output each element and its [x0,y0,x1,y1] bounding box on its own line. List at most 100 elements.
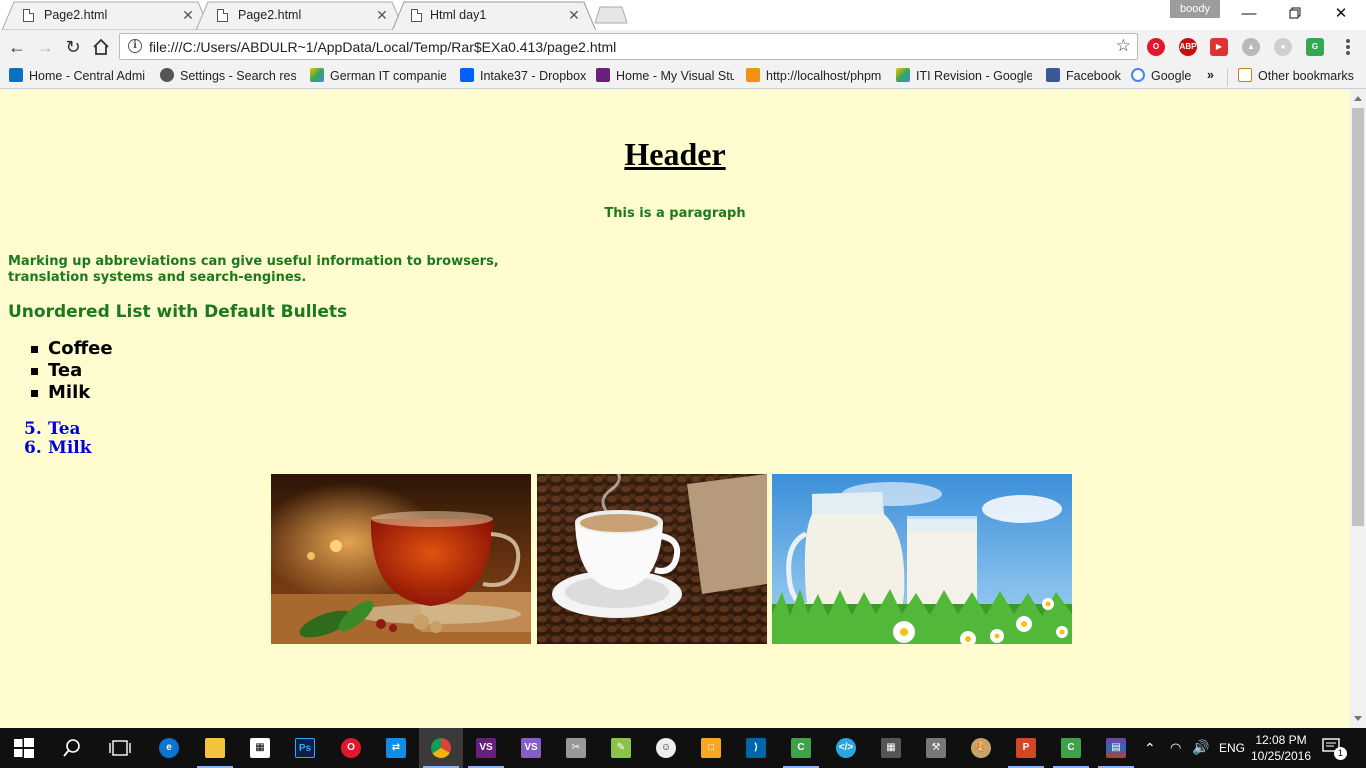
notepad-plus-taskbar-button[interactable]: ✎ [599,728,643,768]
task-view-button[interactable] [98,728,142,768]
close-tab-icon[interactable]: ✕ [180,7,196,24]
bookmark-settings[interactable]: Settings - Search resu [160,68,296,86]
adblock-extension-icon[interactable]: ABP [1179,38,1197,56]
store-taskbar-button[interactable]: ▦ [238,728,282,768]
minimize-button[interactable]: — [1226,2,1272,26]
opera-icon: O [341,738,361,758]
bookmark-star-icon[interactable]: ☆ [1116,36,1131,56]
bookmark-german-it[interactable]: German IT companies [310,68,446,86]
language-indicator[interactable]: ENG [1219,741,1245,768]
phpmyadmin-icon [746,68,760,82]
teamviewer-taskbar-button[interactable]: ⇄ [374,728,418,768]
bookmark-label: Google [1151,69,1192,83]
start-button[interactable] [2,728,46,768]
tray-chevron-icon[interactable]: ⌃ [1144,740,1156,768]
code-editor-taskbar-button[interactable]: </> [824,728,868,768]
close-tab-icon[interactable]: ✕ [566,7,582,24]
visual-studio-icon [596,68,610,82]
calculator-taskbar-button[interactable]: ▦ [869,728,913,768]
ordered-item-tea: 5. Tea [24,420,92,439]
back-button[interactable]: ← [5,36,29,58]
scrollbar-thumb[interactable] [1352,108,1364,526]
home-icon [93,38,109,55]
bookmarks-overflow-button[interactable]: » [1207,68,1221,86]
bookmark-central-admin[interactable]: Home - Central Admi [9,68,147,86]
other-bookmarks-folder[interactable]: Other bookmarks [1238,68,1364,86]
opera-extension-icon[interactable]: O [1147,38,1165,56]
edge-icon: e [159,738,179,758]
photoshop-icon: Ps [295,738,315,758]
cube-app-taskbar-button[interactable]: □ [689,728,733,768]
search-button[interactable] [50,728,94,768]
close-tab-icon[interactable]: ✕ [374,7,390,24]
new-tab-button[interactable] [594,6,628,24]
item-number: 6. [24,438,42,458]
bookmark-label: German IT companies [330,69,446,83]
bookmark-localhost[interactable]: http://localhost/phpm [746,68,884,86]
visual-studio-2-taskbar-button[interactable]: VS [509,728,553,768]
sharepoint-icon [9,68,23,82]
camtasia-taskbar-button[interactable]: C [779,728,823,768]
vscode-taskbar-button[interactable]: ⟩ [734,728,778,768]
file-explorer-taskbar-button[interactable] [193,728,237,768]
profile-badge[interactable]: boody [1170,0,1220,18]
list-item-label: Milk [48,382,91,403]
visual-studio-icon: VS [521,738,541,758]
forward-button[interactable]: → [33,36,57,58]
notification-count: 1 [1334,747,1347,760]
bookmark-label: http://localhost/phpm [766,69,882,83]
snipping-tool-taskbar-button[interactable]: ✂ [554,728,598,768]
list-item-milk: Milk [30,382,113,404]
bookmark-iti-revision[interactable]: ITI Revision - Google [896,68,1032,86]
cube-icon: □ [701,738,721,758]
camtasia-recorder-taskbar-button[interactable]: C [1049,728,1093,768]
store-icon: ▦ [250,738,270,758]
coffee-cup-illustration [537,474,767,644]
bookmark-dropbox[interactable]: Intake37 - Dropbox [460,68,586,86]
home-button[interactable] [89,36,113,58]
chrome-taskbar-button[interactable] [419,728,463,768]
youtube-extension-icon[interactable]: ▶ [1210,38,1228,56]
winrar-taskbar-button[interactable]: ▤ [1094,728,1138,768]
powerpoint-taskbar-button[interactable]: P [1004,728,1048,768]
tools-taskbar-button[interactable]: ⚒ [914,728,958,768]
wifi-icon[interactable]: ◠ [1170,740,1181,768]
ordered-item-milk: 6. Milk [24,439,92,458]
scroll-up-arrow[interactable] [1354,96,1362,101]
tab-page2-first[interactable]: Page2.html ✕ [2,1,210,30]
search-icon [63,739,80,757]
folder-icon [1238,68,1252,82]
tea-cup-illustration [271,474,531,644]
clock[interactable]: 12:08 PM 10/25/2016 [1248,732,1314,764]
bookmark-visual-studio[interactable]: Home - My Visual Stu [596,68,734,86]
restore-button[interactable] [1272,2,1318,26]
scroll-down-arrow[interactable] [1354,716,1362,721]
info-icon[interactable]: i [128,39,142,53]
bookmark-google[interactable]: Google [1131,68,1195,86]
visual-studio-taskbar-button[interactable]: VS [464,728,508,768]
tab-html-day1[interactable]: Html day1 ✕ [392,1,596,31]
volume-icon[interactable]: 🔊 [1192,739,1209,768]
address-bar[interactable]: i file:///C:/Users/ABDULR~1/AppData/Loca… [119,33,1138,60]
chrome-menu-button[interactable] [1340,37,1356,57]
action-center-button[interactable]: 1 [1322,738,1347,768]
tea-cup-image [271,474,531,644]
clock-date: 10/25/2016 [1250,749,1312,763]
opera-taskbar-button[interactable]: O [329,728,373,768]
reload-button[interactable]: ↻ [61,36,85,58]
task-view-icon [109,740,131,756]
smiley-app-taskbar-button[interactable]: ☺ [644,728,688,768]
notepad-icon: ✎ [611,738,631,758]
url-text[interactable]: file:///C:/Users/ABDULR~1/AppData/Local/… [149,39,616,55]
photoshop-taskbar-button[interactable]: Ps [283,728,327,768]
edge-taskbar-button[interactable]: e [147,728,191,768]
vertical-scrollbar[interactable] [1350,90,1366,728]
tab-page2-second[interactable]: Page2.html ✕ [196,1,404,30]
close-window-button[interactable]: ✕ [1318,2,1364,26]
drive-extension-icon[interactable]: ▲ [1242,38,1260,56]
bookmark-facebook[interactable]: Facebook [1046,68,1122,86]
paint-taskbar-button[interactable]: 🎨 [959,728,1003,768]
google-extension-icon[interactable]: G [1306,38,1324,56]
extension-icon[interactable]: ● [1274,38,1292,56]
abbreviation-paragraph: Marking up abbreviations can give useful… [8,254,499,285]
